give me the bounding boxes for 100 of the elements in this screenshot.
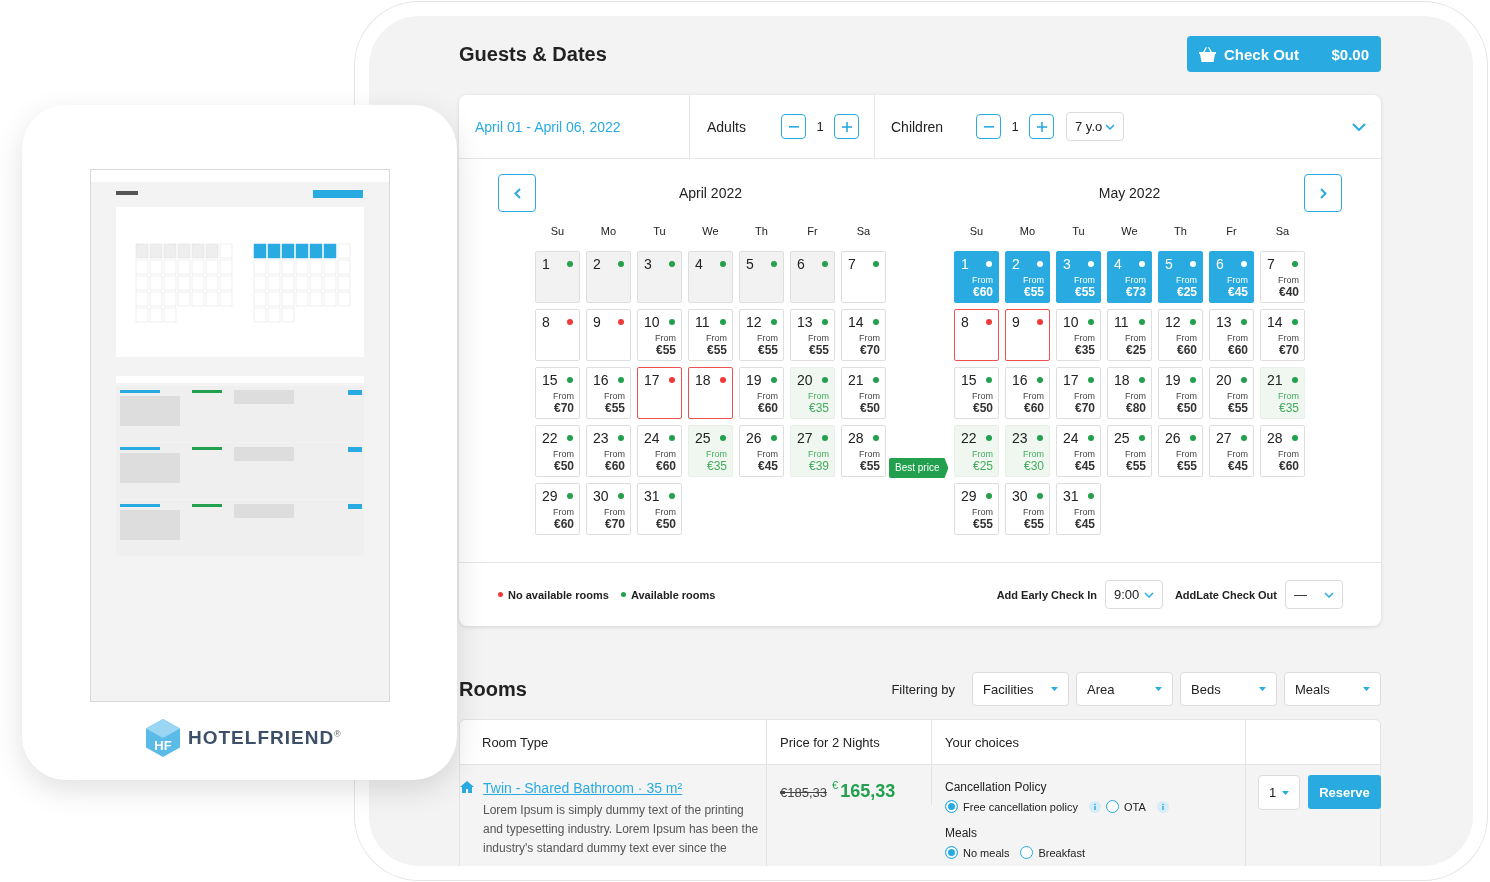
currency-symbol: € [832,779,839,791]
time-select[interactable]: 9:00 [1104,580,1163,609]
day-number: 17 [644,372,660,388]
calendar-day[interactable]: 15 From €50 [954,367,999,419]
calendar-day[interactable]: 22 From €50 [535,425,580,477]
calendar-day[interactable]: 12 From €60 [1158,309,1203,361]
calendar-day[interactable]: 11 From €25 [1107,309,1152,361]
calendar-day[interactable]: 6 [790,251,835,303]
decrease-button[interactable] [781,114,806,139]
calendar-day[interactable]: 29 From €60 [535,483,580,535]
day-price: €80 [1125,402,1146,415]
increase-button[interactable] [834,114,859,139]
radio-button[interactable] [1020,846,1034,859]
calendar-day[interactable]: 26 From €55 [1158,425,1203,477]
calendar-day[interactable]: 27 From €39 [790,425,835,477]
calendar-day[interactable]: 8 [954,309,999,361]
calendar-day[interactable]: 11 From €55 [688,309,733,361]
calendar-day[interactable]: 30 From €70 [586,483,631,535]
calendar-day[interactable]: 28 From €60 [1260,425,1305,477]
calendar-day[interactable]: 19 From €60 [739,367,784,419]
info-icon[interactable] [1156,800,1169,813]
time-select[interactable]: — [1285,580,1343,609]
calendar-day[interactable]: 29 From €55 [954,483,999,535]
day-price: €30 [1023,460,1044,473]
calendar-day[interactable]: 16 From €60 [1005,367,1050,419]
calendar-day[interactable]: 20 From €55 [1209,367,1254,419]
calendar-day[interactable]: 13 From €60 [1209,309,1254,361]
day-price: €60 [1278,460,1299,473]
day-price: €50 [553,460,574,473]
from-label: From [859,448,880,460]
calendar-day[interactable]: 2 [586,251,631,303]
calendar-day[interactable]: 28 From €55 [841,425,886,477]
filter-select[interactable]: Area [1076,672,1173,706]
radio-button[interactable] [1105,800,1119,813]
calendar-day[interactable]: 16 From €55 [586,367,631,419]
calendar-day[interactable]: 21 From €50 [841,367,886,419]
calendar-day[interactable]: 26 From €45 [739,425,784,477]
next-month-button[interactable] [1304,174,1342,212]
calendar-day[interactable]: 1 [535,251,580,303]
filter-select[interactable]: Beds [1180,672,1277,706]
calendar-day[interactable]: 23 From €60 [586,425,631,477]
calendar-day[interactable]: 3 [637,251,682,303]
calendar-day[interactable]: 9 [586,309,631,361]
calendar-day[interactable]: 25 From €55 [1107,425,1152,477]
calendar-day[interactable]: 12 From €55 [739,309,784,361]
day-price: €55 [972,518,993,531]
column-header: Room Type [482,734,549,750]
calendar-day[interactable]: 20 From €35 [790,367,835,419]
calendar-day[interactable]: 17 [637,367,682,419]
calendar-day[interactable]: 15 From €70 [535,367,580,419]
calendar-day[interactable]: 4 [688,251,733,303]
calendar-day[interactable]: 14 From €70 [841,309,886,361]
calendar-day[interactable]: 9 [1005,309,1050,361]
filter-select[interactable]: Meals [1284,672,1381,706]
radio-button[interactable] [945,800,958,813]
calendar-day[interactable]: 18 From €80 [1107,367,1152,419]
calendar-day[interactable]: 21 From €35 [1260,367,1305,419]
calendar-day[interactable]: 18 [688,367,733,419]
calendar-day[interactable]: 23 From €30 [1005,425,1050,477]
calendar-day[interactable]: 10 From €55 [637,309,682,361]
from-label: From [1125,390,1146,402]
chevron-down-icon [1324,591,1334,598]
increase-button[interactable] [1029,114,1054,139]
day-price: €70 [553,402,574,415]
from-label: From [1176,274,1197,286]
calendar-day[interactable]: 22 From €25 [954,425,999,477]
calendar-day[interactable]: 5 [739,251,784,303]
day-number: 10 [644,314,660,330]
calendar-day[interactable]: 17 From €70 [1056,367,1101,419]
calendar-day[interactable]: 19 From €50 [1158,367,1203,419]
weekday-label: Th [1173,224,1188,239]
calendar-day[interactable]: 31 From €50 [637,483,682,535]
calendar-day[interactable]: 14 From €70 [1260,309,1305,361]
calendar-day[interactable]: 24 From €45 [1056,425,1101,477]
day-number: 15 [961,372,977,388]
filter-select[interactable]: Facilities [972,672,1069,706]
calendar-day[interactable]: 7 From €40 [1260,251,1305,303]
calendar-day[interactable]: 25 From €35 [688,425,733,477]
calendar-day[interactable]: 13 From €55 [790,309,835,361]
calendar-day[interactable]: 30 From €55 [1005,483,1050,535]
calendar-day[interactable]: 10 From €35 [1056,309,1101,361]
day-price: €45 [1074,518,1095,531]
day-number: 18 [695,372,711,388]
minus-icon [788,125,799,128]
calendar-day[interactable]: 31 From €45 [1056,483,1101,535]
from-label: From [604,448,625,460]
calendar-day[interactable]: 8 [535,309,580,361]
calendar-day[interactable]: 24 From €60 [637,425,682,477]
quantity-select[interactable]: 1 [1258,775,1300,810]
chevron-down-icon[interactable] [1352,122,1366,131]
radio-button[interactable] [945,846,958,859]
day-price: €55 [655,344,676,357]
calendar-day[interactable]: 7 [841,251,886,303]
info-icon[interactable] [1088,800,1101,813]
guest-count: 1 [1010,119,1020,134]
age-select[interactable]: 7 y.o [1066,112,1124,141]
day-number: 28 [1267,430,1283,446]
previous-month-button[interactable] [498,174,536,212]
decrease-button[interactable] [976,114,1001,139]
calendar-day[interactable]: 27 From €45 [1209,425,1254,477]
